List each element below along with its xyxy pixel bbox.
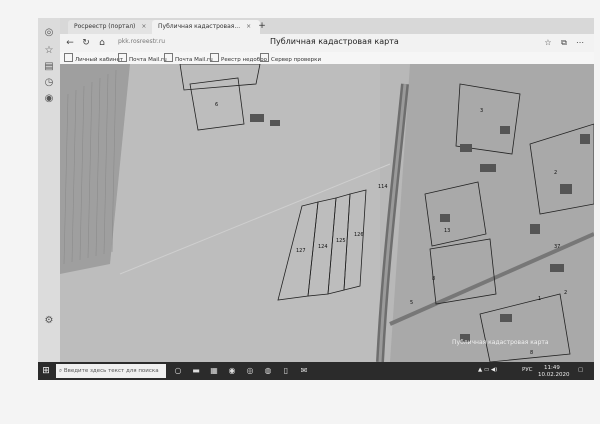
parcel-label[interactable]: 6 [215,102,218,108]
taskbar-search[interactable]: ⌕ Введите здесь текст для поиска [56,364,166,378]
tab-2[interactable]: Публичная кадастровая... × [152,20,260,34]
parcel-label[interactable]: 3 [480,108,483,114]
parcel-label[interactable]: 8 [530,350,533,356]
parcel-label[interactable]: 126 [354,232,364,238]
parcel-label[interactable]: 1 [538,296,541,302]
taskbar: ⊞ ⌕ Введите здесь текст для поиска ○ ▬ ▦… [38,362,594,380]
app-icon[interactable]: ◍ [262,365,274,377]
store-icon[interactable]: ▦ [208,365,220,377]
mail-icon [164,53,173,62]
new-tab-icon[interactable]: + [256,20,268,32]
close-icon[interactable]: × [246,23,251,30]
file-explorer-icon[interactable]: ▬ [190,365,202,377]
downloads-icon[interactable]: ◉ [42,92,56,106]
page-title: Публичная кадастровая карта [270,37,399,46]
parcel-label[interactable]: 2 [554,170,557,176]
parcel-label[interactable]: 124 [318,244,328,250]
parcel-label[interactable]: 2 [564,290,567,296]
task-view-icon[interactable]: ○ [172,365,184,377]
parcel-label[interactable]: 5 [410,300,413,306]
extensions-icon[interactable]: ⧉ [558,37,570,49]
side-panel: ◎ ☆ ▤ ◷ ◉ ⚙ [38,18,61,362]
address-bar: ← ↻ ⌂ pkk.rosreestr.ru Публичная кадастр… [60,34,594,53]
favorites-icon[interactable]: ☆ [42,44,56,58]
parcel-label[interactable]: 125 [336,238,346,244]
edge-icon[interactable]: ◉ [226,365,238,377]
menu-icon[interactable]: ⋯ [574,37,586,49]
map-canvas[interactable]: 6 127 124 125 126 114 13 8 5 3 2 37 1 2 … [60,64,594,362]
star-icon[interactable]: ☆ [542,37,554,49]
windows-icon[interactable]: ⊞ [40,365,52,377]
bookmark-icon [210,53,219,62]
tray-icons[interactable]: ▲ ▭ ◀) [478,367,497,373]
close-icon[interactable]: × [141,23,146,30]
back-icon[interactable]: ← [64,37,76,49]
mail-icon[interactable]: ✉ [298,365,310,377]
browser-window: ◎ ☆ ▤ ◷ ◉ ⚙ Росреестр (портал) × Публична… [38,18,594,380]
clock-time[interactable]: 11:49 [544,365,560,371]
link-icon [260,53,269,62]
document-icon[interactable]: ▯ [280,365,292,377]
tab-1-label: Росреестр (портал) [74,23,136,30]
home-icon[interactable]: ⌂ [96,37,108,49]
parcel-label[interactable]: 13 [444,228,450,234]
parcel-label[interactable]: 114 [378,184,388,190]
refresh-icon[interactable]: ↻ [80,37,92,49]
parcel-label[interactable]: 127 [296,248,306,254]
parcel-label[interactable]: 8 [432,276,435,282]
collections-icon[interactable]: ▤ [42,60,56,74]
tab-1[interactable]: Росреестр (портал) × [68,20,158,34]
map-watermark: Публичная кадастровая карта [452,339,549,346]
settings-icon[interactable]: ⚙ [42,314,56,328]
profile-icon[interactable]: ◎ [42,26,56,40]
notifications-icon[interactable]: ▢ [578,367,583,373]
tab-2-label: Публичная кадастровая... [158,23,241,30]
mail-icon [118,53,127,62]
search-placeholder: Введите здесь текст для поиска [63,368,159,374]
language-indicator[interactable]: РУС [522,367,533,373]
cadastral-map[interactable]: 6 127 124 125 126 114 13 8 5 3 2 37 1 2 … [60,64,594,362]
parcel-label[interactable]: 37 [554,244,560,250]
bookmark-icon [64,53,73,62]
browser-icon[interactable]: ◎ [244,365,256,377]
tab-strip: Росреестр (портал) × Публичная кадастрова… [60,18,594,34]
history-icon[interactable]: ◷ [42,76,56,90]
url-field[interactable]: pkk.rosreestr.ru [118,38,165,45]
clock-date[interactable]: 10.02.2020 [538,372,570,378]
